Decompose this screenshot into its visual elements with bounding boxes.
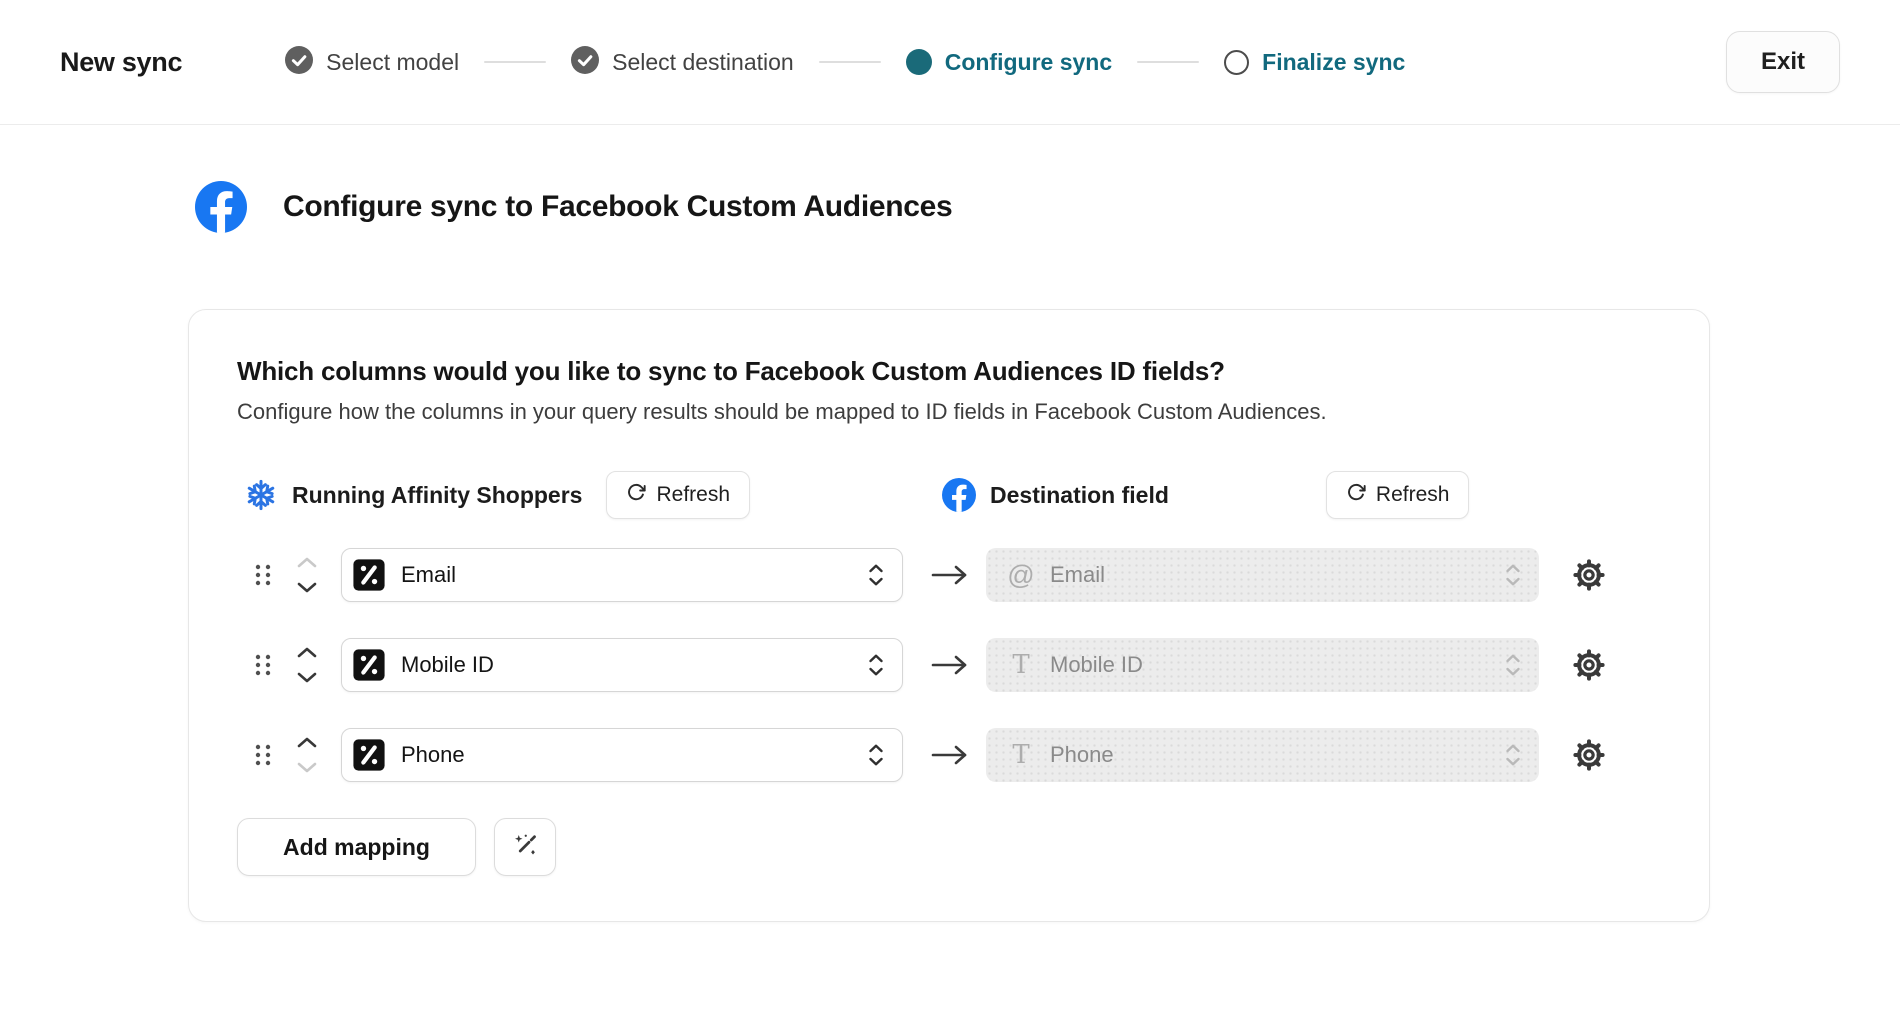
refresh-destination-button[interactable]: Refresh (1326, 471, 1470, 519)
step-select-model[interactable]: Select model (285, 46, 459, 79)
text-type-icon: T (1004, 740, 1038, 770)
destination-field-label: Destination field (990, 482, 1169, 509)
select-caret-icon (1505, 744, 1521, 766)
select-caret-icon (868, 744, 884, 766)
step-label: Select model (326, 49, 459, 76)
select-caret-icon (1505, 654, 1521, 676)
drag-handle-icon[interactable] (254, 743, 272, 767)
check-circle-icon (285, 46, 313, 79)
destination-field-value: Phone (1050, 742, 1505, 768)
step-finalize-sync[interactable]: Finalize sync (1224, 49, 1405, 76)
move-down-button (296, 762, 318, 773)
column-headers: Running Affinity Shoppers Refresh (237, 471, 1661, 519)
arrow-right-icon (930, 654, 970, 676)
destination-field-select: T Mobile ID (986, 638, 1539, 692)
card-title: Which columns would you like to sync to … (237, 356, 1661, 387)
source-column-header: Running Affinity Shoppers Refresh (237, 471, 942, 519)
destination-field-select: T Phone (986, 728, 1539, 782)
mapping-card: Which columns would you like to sync to … (188, 309, 1710, 922)
refresh-icon (626, 482, 646, 508)
check-circle-icon (571, 46, 599, 79)
column-type-icon (352, 738, 401, 772)
wizard-stepper: Select model Select destination Configur… (285, 46, 1405, 79)
select-caret-icon (868, 654, 884, 676)
refresh-label: Refresh (1376, 483, 1450, 507)
select-caret-icon (868, 564, 884, 586)
facebook-icon (942, 478, 976, 512)
magic-wand-icon (510, 831, 540, 864)
settings-gear-button[interactable] (1573, 739, 1605, 771)
step-label: Finalize sync (1262, 49, 1405, 76)
column-type-icon (352, 648, 401, 682)
main-content: Configure sync to Facebook Custom Audien… (0, 181, 1900, 922)
wizard-header: New sync Select model Select destination… (0, 0, 1900, 125)
step-configure-sync[interactable]: Configure sync (906, 49, 1112, 76)
snowflake-icon (244, 478, 278, 512)
move-up-button[interactable] (296, 647, 318, 658)
facebook-icon (195, 181, 247, 233)
empty-circle-icon (1224, 50, 1249, 75)
arrow-right-icon (930, 744, 970, 766)
mapping-row-email: Email @ Email (254, 548, 1661, 602)
stepper-separator (1137, 61, 1199, 63)
move-up-button[interactable] (296, 737, 318, 748)
step-label: Select destination (612, 49, 794, 76)
page-heading: Configure sync to Facebook Custom Audien… (0, 181, 1900, 233)
step-select-destination[interactable]: Select destination (571, 46, 794, 79)
move-down-button[interactable] (296, 672, 318, 683)
stepper-separator (484, 61, 546, 63)
destination-column-header: Destination field Refresh (942, 471, 1469, 519)
source-column-select[interactable]: Email (341, 548, 903, 602)
mapping-row-mobile-id: Mobile ID T Mobile ID (254, 638, 1661, 692)
drag-handle-icon[interactable] (254, 563, 272, 587)
column-type-icon (352, 558, 401, 592)
page-title: New sync (60, 47, 182, 78)
add-mapping-button[interactable]: Add mapping (237, 818, 476, 876)
move-down-button[interactable] (296, 582, 318, 593)
destination-field-value: Mobile ID (1050, 652, 1505, 678)
refresh-label: Refresh (656, 483, 730, 507)
destination-field-select: @ Email (986, 548, 1539, 602)
drag-handle-icon[interactable] (254, 653, 272, 677)
source-column-value: Email (401, 562, 868, 588)
settings-gear-button[interactable] (1573, 559, 1605, 591)
stepper-separator (819, 61, 881, 63)
exit-button[interactable]: Exit (1726, 31, 1840, 93)
card-subtitle: Configure how the columns in your query … (237, 399, 1661, 425)
at-icon: @ (1004, 560, 1038, 591)
step-label: Configure sync (945, 49, 1112, 76)
source-column-select[interactable]: Phone (341, 728, 903, 782)
refresh-icon (1346, 482, 1366, 508)
text-type-icon: T (1004, 650, 1038, 680)
select-caret-icon (1505, 564, 1521, 586)
mapping-actions: Add mapping (237, 818, 1661, 876)
refresh-source-button[interactable]: Refresh (606, 471, 750, 519)
reorder-controls (295, 647, 319, 683)
source-column-value: Mobile ID (401, 652, 868, 678)
settings-gear-button[interactable] (1573, 649, 1605, 681)
source-column-value: Phone (401, 742, 868, 768)
source-model-name: Running Affinity Shoppers (292, 482, 582, 509)
reorder-controls (295, 557, 319, 593)
reorder-controls (295, 737, 319, 773)
move-up-button (296, 557, 318, 568)
arrow-right-icon (930, 564, 970, 586)
source-column-select[interactable]: Mobile ID (341, 638, 903, 692)
filled-dot-icon (906, 49, 932, 75)
mapping-rows: Email @ Email (237, 548, 1661, 782)
destination-field-value: Email (1050, 562, 1505, 588)
configure-sync-heading: Configure sync to Facebook Custom Audien… (283, 190, 952, 224)
mapping-row-phone: Phone T Phone (254, 728, 1661, 782)
suggest-mappings-button[interactable] (494, 818, 556, 876)
